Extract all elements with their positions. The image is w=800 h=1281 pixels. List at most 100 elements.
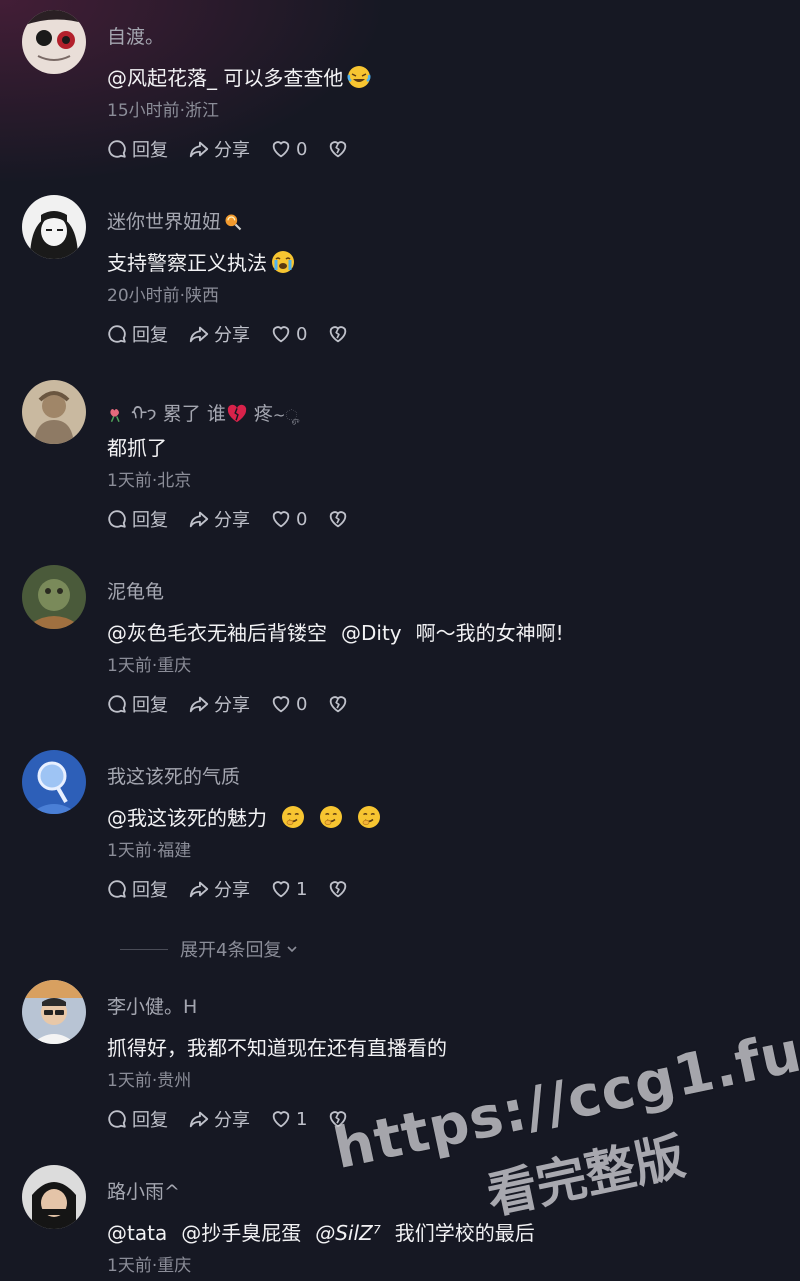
mention-link[interactable]: @我这该死的魅力 [107, 806, 267, 830]
share-button[interactable]: 分享 [188, 136, 250, 162]
comment-item: 我这该死的气质 @我这该死的魅力 1天前·福建 回复 分享 1 [0, 740, 800, 925]
dislike-button[interactable] [327, 1108, 349, 1130]
expand-replies-label: 展开4条回复 [180, 940, 282, 961]
like-count: 0 [296, 138, 308, 160]
reply-label: 回复 [132, 140, 168, 161]
avatar[interactable] [22, 380, 86, 444]
comment-text: 支持警察正义执法 [107, 247, 295, 276]
like-count: 0 [296, 323, 308, 345]
username[interactable]: 路小雨^ [107, 1177, 180, 1204]
username[interactable]: 李小健。H [107, 992, 197, 1019]
comment-text: @我这该死的魅力 [107, 802, 381, 831]
dislike-button[interactable] [327, 138, 349, 160]
username[interactable]: 自渡。 [107, 22, 164, 49]
smirk-emoji-icon [319, 805, 343, 829]
comment-text: @灰色毛衣无袖后背镂空 @Dity 啊～我的女神啊! [107, 617, 564, 646]
share-arrow-icon [188, 1108, 210, 1130]
comment-actions: 回复 分享 1 [106, 1106, 369, 1132]
username-text: ᡣ𐭩 累了 [131, 403, 201, 425]
heart-icon [270, 1108, 292, 1130]
like-count: 1 [296, 878, 308, 900]
avatar[interactable] [22, 195, 86, 259]
avatar[interactable] [22, 10, 86, 74]
like-button[interactable]: 0 [270, 693, 307, 715]
broken-heart-icon [327, 1108, 349, 1130]
comment-bubble-icon [106, 508, 128, 530]
mention-link[interactable]: @抄手臭屁蛋 [181, 1221, 301, 1245]
dislike-button[interactable] [327, 878, 349, 900]
username[interactable]: 我这该死的气质 [107, 762, 240, 789]
share-button[interactable]: 分享 [188, 691, 250, 717]
username-text: 迷你世界妞妞 [107, 211, 222, 233]
mention-link[interactable]: @灰色毛衣无袖后背镂空 [107, 621, 327, 645]
broken-heart-icon [327, 508, 349, 530]
avatar[interactable] [22, 980, 86, 1044]
reply-label: 回复 [132, 325, 168, 346]
like-button[interactable]: 0 [270, 138, 307, 160]
reply-button[interactable]: 回复 [106, 136, 168, 162]
like-button[interactable]: 1 [270, 1108, 307, 1130]
heart-ribbon-icon [110, 409, 120, 423]
reply-button[interactable]: 回复 [106, 876, 168, 902]
broken-heart-emoji-icon [227, 404, 247, 423]
comment-actions: 回复 分享 0 [106, 506, 369, 532]
laughing-crying-emoji-icon [347, 66, 371, 88]
reply-button[interactable]: 回复 [106, 1106, 168, 1132]
avatar[interactable] [22, 565, 86, 629]
share-label: 分享 [214, 1110, 250, 1131]
comment-item: ᡣ𐭩 累了 谁 疼~ೄ 都抓了 1天前·北京 回复 分享 0 [0, 370, 800, 555]
reply-button[interactable]: 回复 [106, 506, 168, 532]
expand-replies-button[interactable]: 展开4条回复 [120, 936, 299, 962]
broken-heart-icon [327, 693, 349, 715]
comment-bubble-icon [106, 693, 128, 715]
avatar[interactable] [22, 750, 86, 814]
comment-actions: 回复 分享 1 [106, 876, 369, 902]
mention-link[interactable]: @Dity [341, 621, 402, 645]
heart-icon [270, 508, 292, 530]
share-arrow-icon [188, 878, 210, 900]
like-count: 0 [296, 508, 308, 530]
comment-meta: 1天前·北京 [107, 471, 192, 491]
comment-meta: 15小时前·浙江 [107, 101, 220, 121]
avatar[interactable] [22, 1165, 86, 1229]
like-button[interactable]: 0 [270, 323, 307, 345]
share-button[interactable]: 分享 [188, 876, 250, 902]
mention-link[interactable]: @tata [107, 1221, 167, 1245]
share-label: 分享 [214, 880, 250, 901]
username[interactable]: 泥龟龟 [107, 577, 164, 604]
share-button[interactable]: 分享 [188, 506, 250, 532]
comment-bubble-icon [106, 323, 128, 345]
reply-label: 回复 [132, 510, 168, 531]
comment-bubble-icon [106, 878, 128, 900]
username[interactable]: 迷你世界妞妞 [107, 207, 243, 234]
share-arrow-icon [188, 323, 210, 345]
comment-meta: 1天前·重庆 [107, 656, 192, 676]
comment-actions: 回复 分享 0 [106, 136, 369, 162]
smirk-emoji-icon [357, 805, 381, 829]
share-arrow-icon [188, 693, 210, 715]
comment-bubble-icon [106, 1108, 128, 1130]
like-button[interactable]: 1 [270, 878, 307, 900]
dislike-button[interactable] [327, 693, 349, 715]
like-button[interactable]: 0 [270, 508, 307, 530]
divider-line [120, 948, 168, 950]
share-label: 分享 [214, 510, 250, 531]
reply-label: 回复 [132, 1110, 168, 1131]
comment-text-content: 啊～我的女神啊! [415, 621, 564, 645]
username-text-3: 疼 [253, 403, 273, 425]
smirk-emoji-icon [281, 805, 305, 829]
share-button[interactable]: 分享 [188, 321, 250, 347]
like-count: 1 [296, 1108, 308, 1130]
lollipop-icon [225, 214, 242, 231]
heart-icon [270, 878, 292, 900]
username[interactable]: ᡣ𐭩 累了 谁 疼~ೄ [107, 392, 300, 427]
reply-button[interactable]: 回复 [106, 691, 168, 717]
comment-text-content: 支持警察正义执法 [107, 251, 267, 275]
dislike-button[interactable] [327, 508, 349, 530]
reply-label: 回复 [132, 880, 168, 901]
username-squiggle: ~ೄ [272, 406, 300, 424]
dislike-button[interactable] [327, 323, 349, 345]
mention-link[interactable]: @SilZ⁷ [315, 1221, 381, 1245]
share-button[interactable]: 分享 [188, 1106, 250, 1132]
reply-button[interactable]: 回复 [106, 321, 168, 347]
